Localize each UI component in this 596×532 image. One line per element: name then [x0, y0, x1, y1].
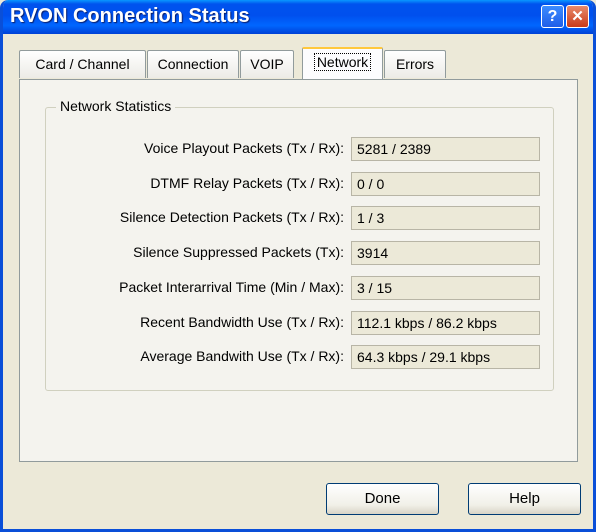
stat-value-field: 112.1 kbps / 86.2 kbps [351, 311, 540, 335]
group-label: Network Statistics [56, 98, 176, 114]
stat-value-field: 3914 [351, 241, 540, 265]
stat-row-silence-detection: Silence Detection Packets (Tx / Rx): 1 /… [46, 206, 555, 230]
stat-value-field: 64.3 kbps / 29.1 kbps [351, 345, 540, 369]
stat-value-field: 3 / 15 [351, 276, 540, 300]
tab-label: Network [313, 53, 372, 71]
dialog-window: RVON Connection Status ? ✕ Card / Channe… [0, 0, 596, 532]
window-title: RVON Connection Status [10, 5, 250, 27]
tab-connection[interactable]: Connection [147, 50, 239, 78]
stat-value-field: 1 / 3 [351, 206, 540, 230]
done-button[interactable]: Done [326, 483, 439, 515]
tab-voip[interactable]: VOIP [240, 50, 294, 78]
tab-network[interactable]: Network [302, 47, 383, 79]
stat-value-field: 5281 / 2389 [351, 137, 540, 161]
stat-label: DTMF Relay Packets (Tx / Rx): [150, 175, 344, 191]
stat-row-average-bandwidth: Average Bandwith Use (Tx / Rx): 64.3 kbp… [46, 345, 555, 369]
tab-label: Errors [395, 56, 435, 72]
stat-label: Recent Bandwidth Use (Tx / Rx): [140, 314, 344, 330]
tab-label: Connection [157, 56, 229, 72]
stat-row-interarrival-time: Packet Interarrival Time (Min / Max): 3 … [46, 276, 555, 300]
tab-label: VOIP [250, 56, 284, 72]
stat-label: Silence Detection Packets (Tx / Rx): [119, 209, 344, 225]
stat-label: Silence Suppressed Packets (Tx): [133, 244, 344, 260]
help-button[interactable]: Help [468, 483, 581, 515]
tab-label: Card / Channel [35, 56, 130, 72]
help-icon[interactable]: ? [541, 5, 564, 28]
stat-label: Packet Interarrival Time (Min / Max): [119, 279, 344, 295]
stat-row-dtmf-relay: DTMF Relay Packets (Tx / Rx): 0 / 0 [46, 172, 555, 196]
stat-row-voice-playout: Voice Playout Packets (Tx / Rx): 5281 / … [46, 137, 555, 161]
stat-row-silence-suppressed: Silence Suppressed Packets (Tx): 3914 [46, 241, 555, 265]
title-bar[interactable]: RVON Connection Status ? ✕ [3, 0, 593, 34]
stat-row-recent-bandwidth: Recent Bandwidth Use (Tx / Rx): 112.1 kb… [46, 311, 555, 335]
network-statistics-group: Network Statistics Voice Playout Packets… [45, 98, 555, 391]
tab-card-channel[interactable]: Card / Channel [19, 50, 146, 78]
tab-errors[interactable]: Errors [384, 50, 446, 78]
tab-panel-network: Network Statistics Voice Playout Packets… [19, 79, 578, 462]
stat-value-field: 0 / 0 [351, 172, 540, 196]
stat-label: Voice Playout Packets (Tx / Rx): [144, 140, 344, 156]
stat-label: Average Bandwith Use (Tx / Rx): [140, 348, 344, 364]
close-icon[interactable]: ✕ [566, 5, 589, 28]
